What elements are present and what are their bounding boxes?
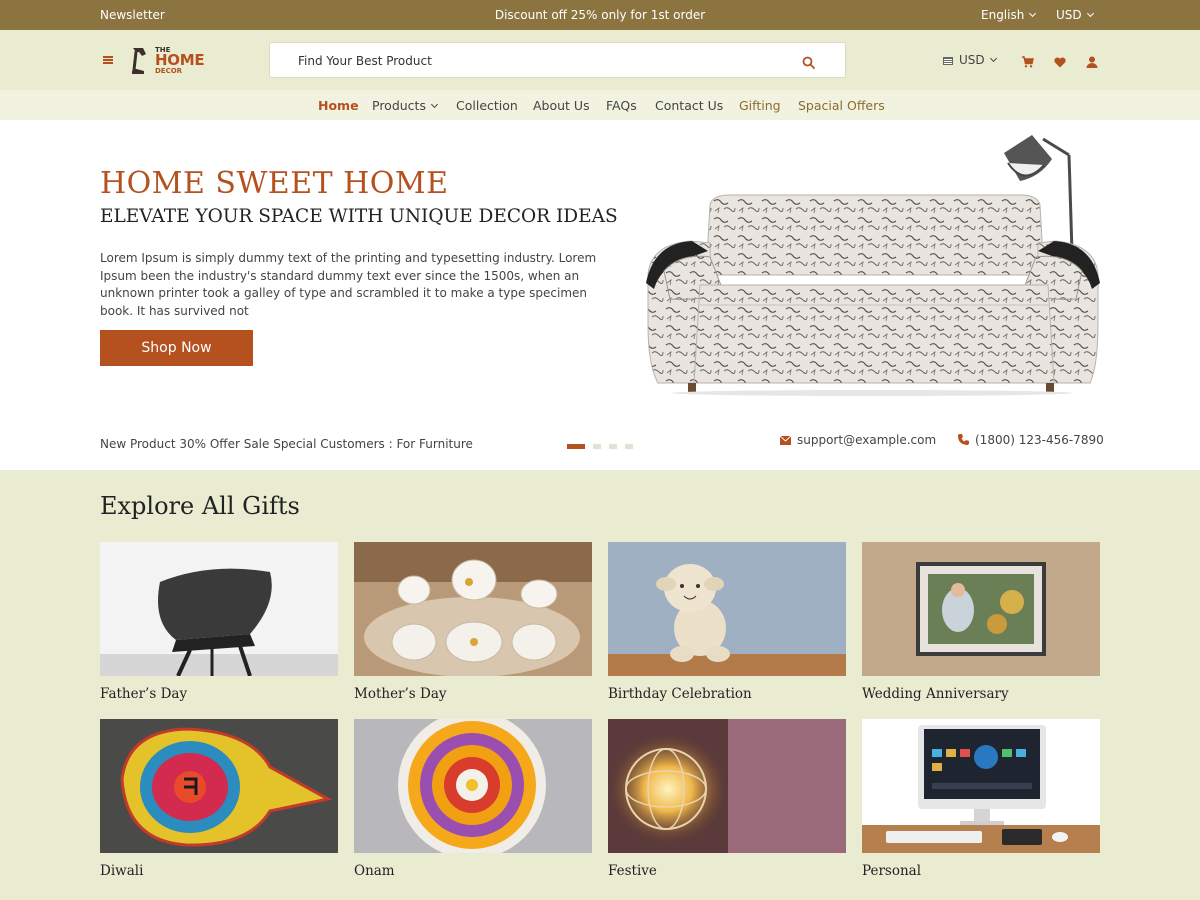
language-select[interactable]: English	[981, 8, 1037, 22]
nav-contact-us[interactable]: Contact Us	[655, 98, 723, 113]
hero-description: Lorem Ipsum is simply dummy text of the …	[100, 251, 597, 318]
newsletter-link[interactable]: Newsletter	[100, 8, 165, 22]
teddy-bear-image	[608, 542, 846, 676]
top-bar: Newsletter Discount off 25% only for 1st…	[0, 0, 1200, 30]
tea-set-image	[354, 542, 592, 676]
shop-now-button[interactable]: Shop Now	[100, 330, 253, 366]
hero-title: HOME SWEET HOME	[100, 166, 449, 201]
cart-icon[interactable]	[1022, 53, 1034, 72]
nav-products[interactable]: Products	[372, 98, 439, 113]
gift-card-wedding-anniversary[interactable]: Wedding Anniversary	[862, 542, 1100, 702]
diya-image	[100, 719, 338, 853]
gift-label: Diwali	[100, 863, 144, 879]
chevron-down-icon	[1086, 9, 1094, 18]
envelope-icon	[779, 435, 792, 445]
search-icon[interactable]	[802, 54, 815, 73]
search-bar	[269, 42, 846, 78]
gift-card-personal[interactable]: Personal	[862, 719, 1100, 879]
gift-label: Onam	[354, 863, 395, 879]
gift-card-onam[interactable]: Onam	[354, 719, 592, 879]
rangoli-image	[354, 719, 592, 853]
chevron-down-icon	[1029, 9, 1037, 18]
gift-card-festive[interactable]: Festive	[608, 719, 846, 879]
chair-image	[100, 542, 338, 676]
sofa-with-lamp-image	[646, 135, 1100, 396]
gift-label: Wedding Anniversary	[862, 686, 1009, 702]
gift-card-mothers-day[interactable]: Mother’s Day	[354, 542, 592, 702]
light-ball-image	[608, 719, 846, 853]
logo-home: HOME	[155, 51, 205, 69]
search-input[interactable]	[298, 52, 778, 70]
offer-text: New Product 30% Offer Sale Special Custo…	[100, 437, 473, 451]
slider-dot-active[interactable]	[567, 444, 585, 449]
currency-select-top[interactable]: USD	[1056, 8, 1094, 22]
nav-special-offers[interactable]: Spacial Offers	[798, 98, 885, 113]
logo[interactable]: THE HOME DECOR	[130, 44, 210, 78]
nav-home[interactable]: Home	[318, 98, 359, 113]
nav-products-label: Products	[372, 98, 426, 113]
flag-icon	[943, 57, 953, 65]
logo-decor: DECOR	[155, 67, 183, 75]
nav-about-us[interactable]: About Us	[533, 98, 590, 113]
slider-dot[interactable]	[609, 444, 617, 449]
chevron-down-icon	[989, 54, 997, 63]
slider-dot[interactable]	[593, 444, 601, 449]
gift-label: Birthday Celebration	[608, 686, 752, 702]
photo-frame-image	[862, 542, 1100, 676]
language-label: English	[981, 8, 1025, 22]
nav-gifting[interactable]: Gifting	[739, 98, 781, 113]
chevron-down-icon	[430, 100, 439, 109]
gift-card-diwali[interactable]: Diwali	[100, 719, 338, 879]
phone-icon	[958, 434, 969, 445]
currency-label: USD	[959, 53, 985, 67]
gift-card-birthday[interactable]: Birthday Celebration	[608, 542, 846, 702]
gift-card-fathers-day[interactable]: Father’s Day	[100, 542, 338, 702]
header: THE HOME DECOR USD	[0, 30, 1200, 90]
nav-faqs[interactable]: FAQs	[606, 98, 637, 113]
user-icon[interactable]	[1086, 53, 1098, 72]
support-phone[interactable]: (1800) 123-456-7890	[958, 433, 1104, 447]
heart-icon[interactable]	[1054, 53, 1066, 72]
hero-subtitle: ELEVATE YOUR SPACE WITH UNIQUE DECOR IDE…	[100, 206, 618, 227]
currency-select[interactable]: USD	[943, 53, 997, 67]
section-title: Explore All Gifts	[100, 492, 300, 520]
currency-label: USD	[1056, 8, 1082, 22]
slider-dot[interactable]	[625, 444, 633, 449]
main-nav: Home Products Collection About Us FAQs C…	[0, 90, 1200, 120]
gift-label: Father’s Day	[100, 686, 188, 702]
desktop-computer-image	[862, 719, 1100, 853]
support-email-text: support@example.com	[797, 433, 937, 447]
support-email[interactable]: support@example.com	[779, 433, 937, 447]
gift-label: Festive	[608, 863, 657, 879]
support-phone-text: (1800) 123-456-7890	[975, 433, 1104, 447]
gift-label: Personal	[862, 863, 922, 879]
gift-label: Mother’s Day	[354, 686, 447, 702]
menu-icon[interactable]	[103, 56, 113, 64]
lamp-logo-icon	[132, 48, 146, 74]
hero-banner: HOME SWEET HOME ELEVATE YOUR SPACE WITH …	[0, 120, 1200, 470]
nav-collection[interactable]: Collection	[456, 98, 518, 113]
